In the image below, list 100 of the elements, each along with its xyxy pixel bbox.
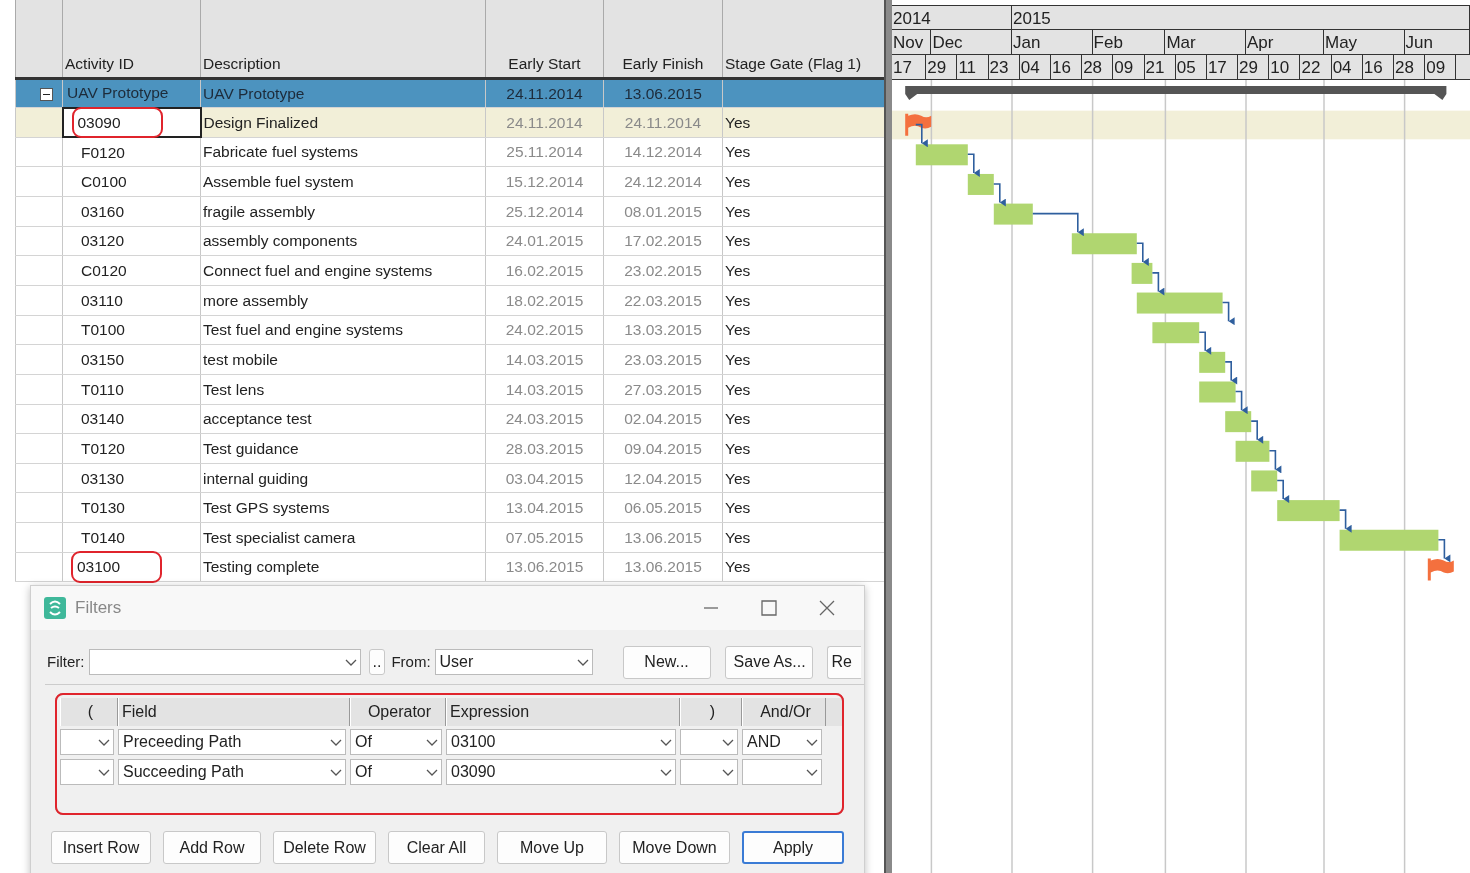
task-bar	[1152, 322, 1200, 344]
column-header[interactable]: Activity ID	[62, 0, 201, 78]
dependency-arrow	[1437, 538, 1451, 563]
dialog-button[interactable]: Clear All	[388, 831, 485, 864]
dependency-arrow	[1198, 331, 1212, 355]
dialog-title: Filters	[75, 597, 122, 620]
toolbar-button[interactable]: Re	[826, 645, 861, 679]
date-text: 25.11.2014	[506, 143, 583, 161]
date-text: 14.03.2015	[505, 350, 584, 368]
day-label: 11	[957, 54, 989, 79]
dialog-button[interactable]: Move Up	[497, 831, 607, 864]
dropdown-field[interactable]: Preceeding Path	[118, 729, 346, 755]
date-text: 28.03.2015	[505, 439, 584, 457]
date-text: 03.04.2015	[505, 469, 584, 487]
chevron-down-icon	[805, 737, 819, 747]
month-label: Feb	[1092, 29, 1166, 54]
filter-label: Filter:	[47, 651, 85, 672]
date-text: 15.12.2014	[505, 173, 584, 191]
dependency-arrow	[1250, 420, 1264, 444]
column-header[interactable]: Description	[200, 0, 486, 78]
dialog-button[interactable]: Add Row	[163, 831, 261, 864]
app-icon	[43, 596, 67, 620]
dependency-arrow	[1221, 301, 1235, 326]
day-label: 21	[1144, 54, 1176, 79]
stage-gate-value: Yes	[725, 469, 751, 487]
dialog-button[interactable]: Delete Row	[273, 831, 376, 864]
stage-gate-value: Yes	[725, 499, 751, 517]
grid-column-header[interactable]: Expression	[446, 698, 680, 726]
activity-description: assembly components	[203, 232, 358, 250]
maximize-icon[interactable]	[760, 599, 778, 617]
activity-description: Test guidance	[203, 439, 299, 457]
grid-column-header[interactable]: Field	[118, 698, 350, 726]
stage-gate-value: Yes	[725, 232, 751, 250]
month-label: Dec	[931, 29, 1012, 54]
dependency-arrow	[1224, 360, 1238, 385]
task-bar	[915, 144, 968, 166]
splitter-bar[interactable]	[884, 0, 892, 873]
dialog-button[interactable]: Apply	[742, 831, 844, 864]
dropdown-field[interactable]: 03100	[446, 729, 676, 755]
grid-column-header[interactable]: (	[60, 698, 118, 726]
activity-id: 03150	[80, 349, 126, 370]
collapse-icon[interactable]	[40, 88, 53, 102]
column-header[interactable]: Early Start	[485, 0, 604, 78]
day-label: 29	[1238, 54, 1270, 79]
dropdown-field[interactable]	[60, 759, 114, 785]
task-bar	[967, 173, 994, 195]
column-header[interactable]: Stage Gate (Flag 1)	[722, 0, 885, 78]
date-text: 02.04.2015	[624, 410, 702, 428]
grid-column-header[interactable]: Operator	[350, 698, 446, 726]
year-label: 2014	[892, 6, 1012, 29]
day-label: 16	[1050, 54, 1083, 79]
stage-gate-value: Yes	[725, 291, 751, 309]
dialog-button[interactable]: Insert Row	[51, 831, 151, 864]
dropdown-field[interactable]: AND	[742, 729, 822, 755]
dropdown-field[interactable]: 03090	[446, 759, 676, 785]
dropdown-field[interactable]	[742, 759, 822, 785]
dropdown-field[interactable]: Of	[350, 759, 442, 785]
dropdown-field[interactable]: Succeeding Path	[118, 759, 346, 785]
grid-column-header[interactable]: )	[680, 698, 742, 726]
day-label: 04	[1019, 54, 1051, 79]
dropdown-field[interactable]	[680, 759, 738, 785]
activity-id: C0120	[80, 261, 128, 282]
grid-column-header[interactable]: And/Or	[742, 698, 826, 726]
date-text: 22.03.2015	[624, 291, 702, 309]
day-label: 09	[1425, 54, 1457, 79]
day-label: 04	[1331, 54, 1363, 79]
day-label: 28	[1394, 54, 1426, 79]
dialog-button[interactable]: Move Down	[619, 831, 730, 864]
day-label: 16	[1362, 54, 1394, 79]
day-label: 05	[1175, 54, 1207, 79]
more-button[interactable]: ..	[368, 649, 386, 675]
dropdown-field[interactable]	[88, 649, 361, 675]
date-text: 24.01.2015	[505, 232, 584, 250]
close-icon[interactable]	[818, 599, 836, 617]
toolbar-button[interactable]: Save As...	[724, 645, 813, 679]
column-header[interactable]: Early Finish	[603, 0, 723, 78]
dropdown-field[interactable]	[60, 729, 114, 755]
chevron-down-icon	[343, 657, 358, 667]
stage-gate-value: Yes	[725, 173, 751, 191]
stage-gate-value: Yes	[725, 439, 751, 457]
date-text: 13.06.2015	[624, 558, 702, 576]
date-text: 13.06.2015	[624, 84, 702, 102]
dropdown-field[interactable]	[680, 729, 738, 755]
activity-id: T0140	[80, 527, 126, 548]
milestone-flag-icon	[1427, 558, 1454, 581]
activity-id: T0120	[80, 438, 126, 459]
dropdown-field[interactable]: User	[434, 649, 593, 675]
milestone-flag-icon	[905, 113, 932, 136]
activity-id: 03160	[80, 201, 126, 222]
date-text: 14.03.2015	[505, 380, 584, 398]
day-label: 17	[892, 54, 927, 79]
toolbar-button[interactable]: New...	[622, 645, 711, 679]
dropdown-field[interactable]: Of	[350, 729, 442, 755]
stage-gate-value: Yes	[725, 262, 751, 280]
activity-description: Fabricate fuel systems	[203, 143, 359, 161]
chevron-down-icon	[97, 737, 111, 747]
activity-id: 03110	[80, 290, 124, 311]
activity-id: T0100	[80, 320, 126, 341]
activity-description: Test specialist camera	[203, 528, 356, 546]
task-bar	[1199, 351, 1226, 373]
